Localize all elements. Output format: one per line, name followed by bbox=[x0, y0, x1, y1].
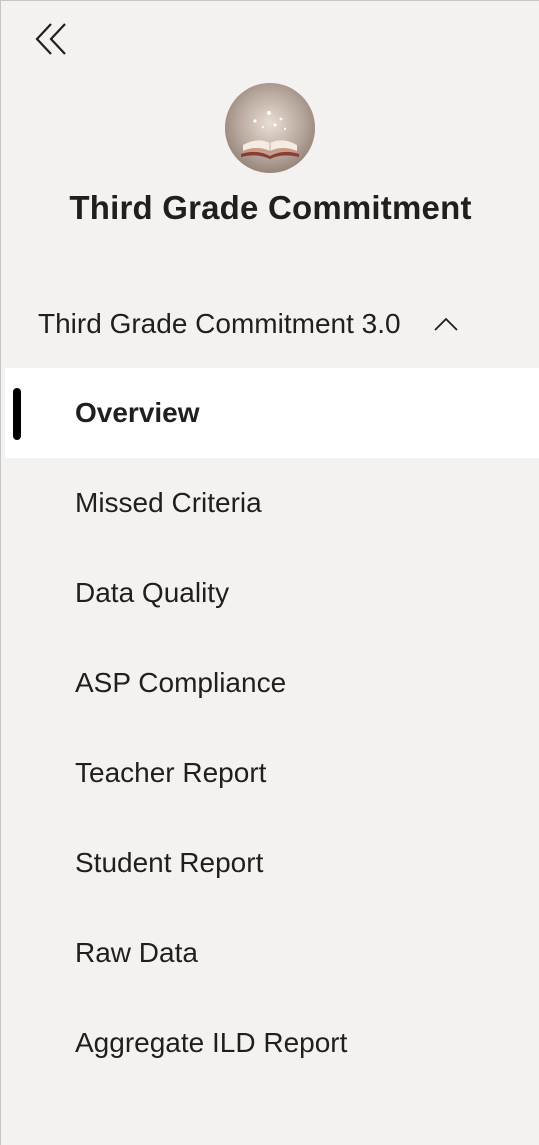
nav-item-label: ASP Compliance bbox=[75, 667, 287, 698]
nav-item-overview[interactable]: Overview bbox=[5, 368, 539, 458]
workspace-avatar bbox=[225, 83, 315, 173]
nav-item-data-quality[interactable]: Data Quality bbox=[1, 548, 539, 638]
collapse-nav-button[interactable] bbox=[31, 21, 79, 61]
nav-item-label: Data Quality bbox=[75, 577, 230, 608]
nav-item-label: Teacher Report bbox=[75, 757, 267, 788]
chevron-up-icon bbox=[431, 314, 461, 334]
navigation-pane: Third Grade Commitment Third Grade Commi… bbox=[0, 0, 539, 1145]
workspace-title: Third Grade Commitment bbox=[69, 189, 472, 226]
double-chevron-left-icon bbox=[31, 22, 69, 61]
nav-item-raw-data[interactable]: Raw Data bbox=[1, 908, 539, 998]
nav-item-label: Aggregate ILD Report bbox=[75, 1027, 348, 1058]
nav-item-label: Overview bbox=[75, 397, 200, 428]
nav-item-asp-compliance[interactable]: ASP Compliance bbox=[1, 638, 539, 728]
nav-item-teacher-report[interactable]: Teacher Report bbox=[1, 728, 539, 818]
nav-item-label: Student Report bbox=[75, 847, 264, 878]
nav-item-student-report[interactable]: Student Report bbox=[1, 818, 539, 908]
active-indicator bbox=[13, 388, 21, 440]
report-section-header[interactable]: Third Grade Commitment 3.0 bbox=[38, 299, 518, 349]
open-book-image bbox=[225, 83, 315, 173]
nav-item-label: Raw Data bbox=[75, 937, 198, 968]
nav-item-missed-criteria[interactable]: Missed Criteria bbox=[1, 458, 539, 548]
report-page-list: Overview Missed Criteria Data Quality AS… bbox=[1, 368, 539, 1088]
section-label: Third Grade Commitment 3.0 bbox=[38, 308, 401, 339]
nav-item-aggregate-ild-report[interactable]: Aggregate ILD Report bbox=[1, 998, 539, 1088]
nav-item-label: Missed Criteria bbox=[75, 487, 262, 518]
